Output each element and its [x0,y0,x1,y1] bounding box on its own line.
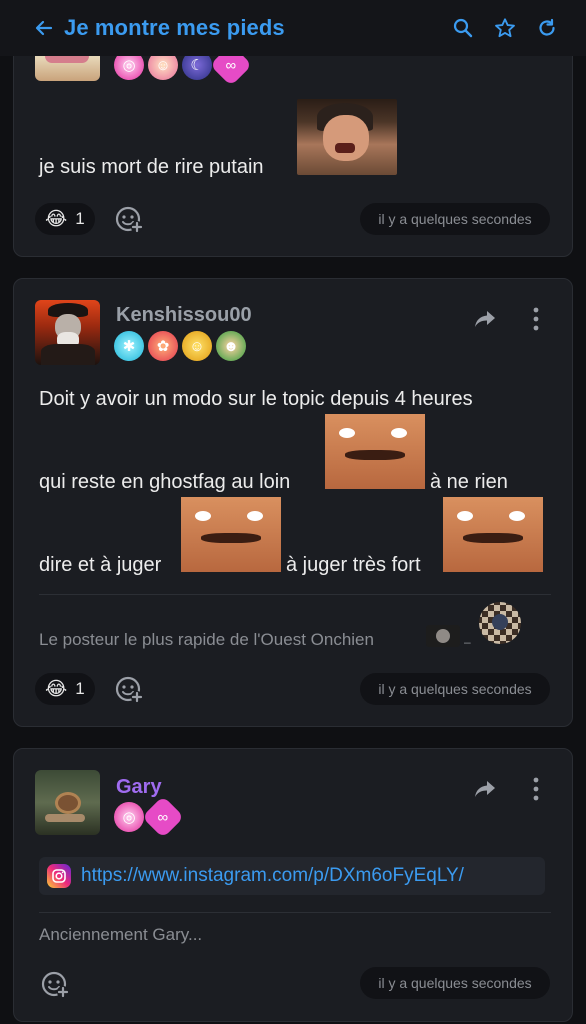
username[interactable]: Gary [116,776,162,799]
share-icon[interactable] [472,776,498,802]
post-message: je suis mort de rire putain [39,156,264,178]
reaction-count: 1 [75,679,85,698]
post-message-line: à juger très fort [286,554,421,576]
post-card: Gary ◎ ∞ https://www.instagram.com/p/DXm… [13,748,573,1022]
add-reaction-icon[interactable] [114,204,144,234]
post-message-line: Doit y avoir un modo sur le topic depuis… [39,388,473,410]
instagram-icon [47,864,71,888]
post-timestamp: il y a quelques secondes [360,673,550,705]
avatar[interactable] [35,300,100,365]
reaction-chip[interactable]: 😂 1 [35,673,95,705]
dash-mark: – [464,635,471,649]
flower-badge-icon: ✿ [148,331,178,361]
post-message-line: dire et à juger [39,554,162,576]
signature-divider [39,912,551,913]
user-badges: ✱ ✿ ☺ ☻ [114,331,246,361]
user-signature: Le posteur le plus rapide de l'Ouest Onc… [39,630,374,649]
avatar[interactable] [35,770,100,835]
add-reaction-icon[interactable] [114,674,144,704]
hat-man-sticker [426,625,460,647]
laughing-man-sticker [297,99,397,175]
link-preview[interactable]: https://www.instagram.com/p/DXm6oFyEqLY/ [39,857,545,895]
more-options-icon[interactable] [531,776,541,802]
star-icon[interactable] [494,17,516,39]
smirk-face-sticker [181,497,281,572]
smirk-face-sticker [443,497,543,572]
elf-badge-icon: ☻ [216,331,246,361]
signature-divider [39,594,551,595]
search-icon[interactable] [452,17,474,39]
add-reaction-icon[interactable] [40,969,70,999]
checker-sticker [479,602,521,644]
more-options-icon[interactable] [531,306,541,332]
post-card: Kenshissou00 ✱ ✿ ☺ ☻ Doit y avoir un mod… [13,278,573,727]
reaction-count: 1 [75,209,85,228]
post-timestamp: il y a quelques secondes [360,203,550,235]
post-message-line: à ne rien [430,471,508,493]
back-arrow-icon[interactable] [34,18,64,38]
post-card: ◎ ☺ ☾ ∞ je suis mort de rire putain 😂 1 … [13,21,573,257]
star-badge-icon: ✱ [114,331,144,361]
post-link[interactable]: https://www.instagram.com/p/DXm6oFyEqLY/ [81,865,464,887]
top-bar: Je montre mes pieds [0,0,586,56]
reaction-chip[interactable]: 😂 1 [35,203,95,235]
smirk-face-sticker [325,414,425,489]
page-title: Je montre mes pieds [64,15,285,40]
post-message-line: qui reste en ghostfag au loin [39,471,291,493]
laughing-emoji-icon: 😂 [45,208,68,230]
swirl-badge-icon: ◎ [114,802,144,832]
laughing-emoji-icon: 😂 [45,678,68,700]
user-signature: Anciennement Gary... [39,925,203,944]
refresh-icon[interactable] [536,17,558,39]
username[interactable]: Kenshissou00 [116,304,252,327]
user-badges: ◎ ∞ [114,795,185,839]
header-actions [452,17,558,39]
post-timestamp: il y a quelques secondes [360,967,550,999]
share-icon[interactable] [472,306,498,332]
infinity-badge-icon: ∞ [141,795,185,839]
smiley-badge-icon: ☺ [182,331,212,361]
